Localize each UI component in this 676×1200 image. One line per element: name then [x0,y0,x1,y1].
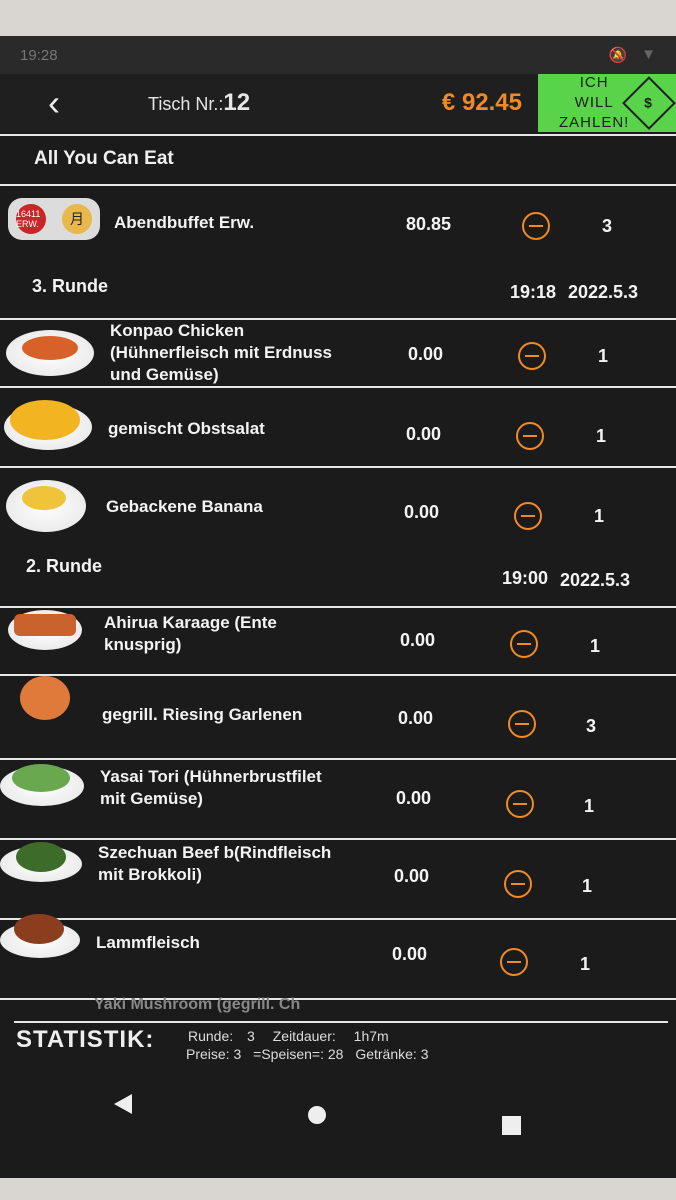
round-time: 19:00 [502,568,549,588]
decrease-button[interactable] [510,630,538,658]
item-quantity: 3 [586,716,597,736]
item-price: 0.00 [406,424,442,444]
item-quantity: 1 [598,346,609,366]
logo-badge-gold: 月 [62,204,92,234]
nav-recent-apps-icon[interactable] [502,1116,521,1135]
partially-visible-item: Yaki Mushroom (gegrill. Ch [94,996,301,1013]
table-number: 12 [223,89,251,116]
decrease-button[interactable] [522,212,550,240]
round-label: 2. Runde [26,556,103,576]
item-price: 0.00 [400,630,436,650]
decrease-button[interactable] [516,422,544,450]
item-name: Lammfleisch [96,933,200,952]
item-price: 0.00 [396,788,432,808]
pay-button[interactable]: ICH WILL ZAHLEN! $ [538,74,676,132]
order-item: Ahirua Karaage (Ente knusprig) 0.00 1 [0,608,676,670]
android-nav-bar [0,1086,676,1156]
order-item: Konpao Chicken (Hühnerfleisch mit Erdnus… [0,320,676,386]
order-item: Yasai Tori (Hühnerbrustfilet mit Gemüse)… [0,760,676,834]
dish-food [14,614,76,636]
mute-icon: 🔕 [608,47,628,64]
item-price: 0.00 [404,502,440,522]
pay-button-label: ICH WILL ZAHLEN! [558,73,630,133]
decrease-button[interactable] [508,710,536,738]
order-item: gegrill. Riesing Garlenen 0.00 3 [0,676,676,748]
round-date: 2022.5.3 [560,570,631,590]
back-button[interactable]: ‹ [48,82,108,124]
stats-prices: Preise: 3 [186,1046,242,1062]
order-item: Szechuan Beef b(Rindfleisch mit Brokkoli… [0,840,676,916]
section-title: All You Can Eat [34,148,174,169]
order-total: € 92.45 [441,89,522,116]
dish-food [10,400,80,440]
dish-food [22,336,78,360]
dish-food [22,486,66,510]
item-price: 0.00 [398,708,434,728]
stats-rounds: Runde: 3 Zeitdauer: 1h7m [188,1028,389,1044]
stats-duration-label: Zeitdauer: [272,1028,336,1044]
stats-counts: Preise: 3 =Speisen=: 28 Getränke: 3 [186,1046,428,1062]
item-name: Yasai Tori (Hühnerbrustfilet mit Gemüse) [100,767,322,808]
dish-food [12,764,70,792]
restaurant-logo: 16411 ERW. 月 [8,198,100,240]
item-quantity: 3 [602,216,613,236]
item-price: 0.00 [392,944,428,964]
item-name: Ahirua Karaage (Ente knusprig) [104,613,277,654]
item-name: Abendbuffet Erw. [114,213,255,232]
item-price: 0.00 [408,344,444,364]
item-price: 0.00 [394,866,430,886]
decrease-button[interactable] [500,948,528,976]
stats-dishes: =Speisen=: 28 [253,1046,344,1062]
pay-line-2: ZAHLEN! [558,114,630,131]
order-item: Gebackene Banana 0.00 1 [0,468,676,548]
order-item: gemischt Obstsalat 0.00 1 [0,388,676,464]
item-quantity: 1 [594,506,605,526]
order-item: Lammfleisch 0.00 1 [0,914,676,996]
money-icon: $ [622,76,676,130]
round-date: 2022.5.3 [568,282,639,302]
tablet-screen: 19:28 🔕 ▼ ‹ Tisch Nr.:12 € 92.45 ICH WIL… [0,36,676,1178]
item-quantity: 1 [596,426,607,446]
status-time: 19:28 [20,46,58,64]
status-bar: 19:28 🔕 ▼ [0,36,676,74]
status-icons: 🔕 ▼ [608,46,656,64]
decrease-button[interactable] [506,790,534,818]
divider [14,1021,668,1023]
stats-rounds-label: Runde: [188,1028,234,1044]
round-time: 19:18 [510,282,557,302]
item-name: Gebackene Banana [106,497,263,516]
stats-rounds-value: 3 [247,1028,255,1044]
dish-image [20,676,70,720]
statistics-panel: STATISTIK: Runde: 3 Zeitdauer: 1h7m Prei… [0,1026,676,1086]
table-label-text: Tisch Nr.: [148,94,224,114]
nav-home-icon[interactable] [308,1106,326,1124]
item-name: Szechuan Beef b(Rindfleisch mit Brokkoli… [98,843,332,884]
nav-back-icon[interactable] [114,1094,132,1114]
item-name: Konpao Chicken (Hühnerfleisch mit Erdnus… [110,321,332,384]
app-header: ‹ Tisch Nr.:12 € 92.45 ICH WILL ZAHLEN! … [0,74,676,132]
decrease-button[interactable] [518,342,546,370]
item-price: 80.85 [406,214,452,234]
dish-food [14,914,64,944]
pay-line-1: ICH WILL [574,74,614,111]
stats-duration-value: 1h7m [353,1028,389,1044]
logo-badge-red: 16411 ERW. [16,204,46,234]
round-label: 3. Runde [32,276,109,296]
wifi-icon: ▼ [641,46,656,63]
item-name: gemischt Obstsalat [108,419,265,438]
chevron-left-icon: ‹ [48,82,60,123]
stats-drinks: Getränke: 3 [355,1046,429,1062]
decrease-button[interactable] [514,502,542,530]
table-label: Tisch Nr.:12 [148,89,250,117]
item-quantity: 1 [580,954,591,974]
item-quantity: 1 [584,796,595,816]
item-quantity: 1 [590,636,601,656]
decrease-button[interactable] [504,870,532,898]
divider [0,134,676,136]
item-quantity: 1 [582,876,593,896]
dish-food [16,842,66,872]
stats-title: STATISTIK: [16,1026,155,1053]
item-name: gegrill. Riesing Garlenen [102,705,303,724]
